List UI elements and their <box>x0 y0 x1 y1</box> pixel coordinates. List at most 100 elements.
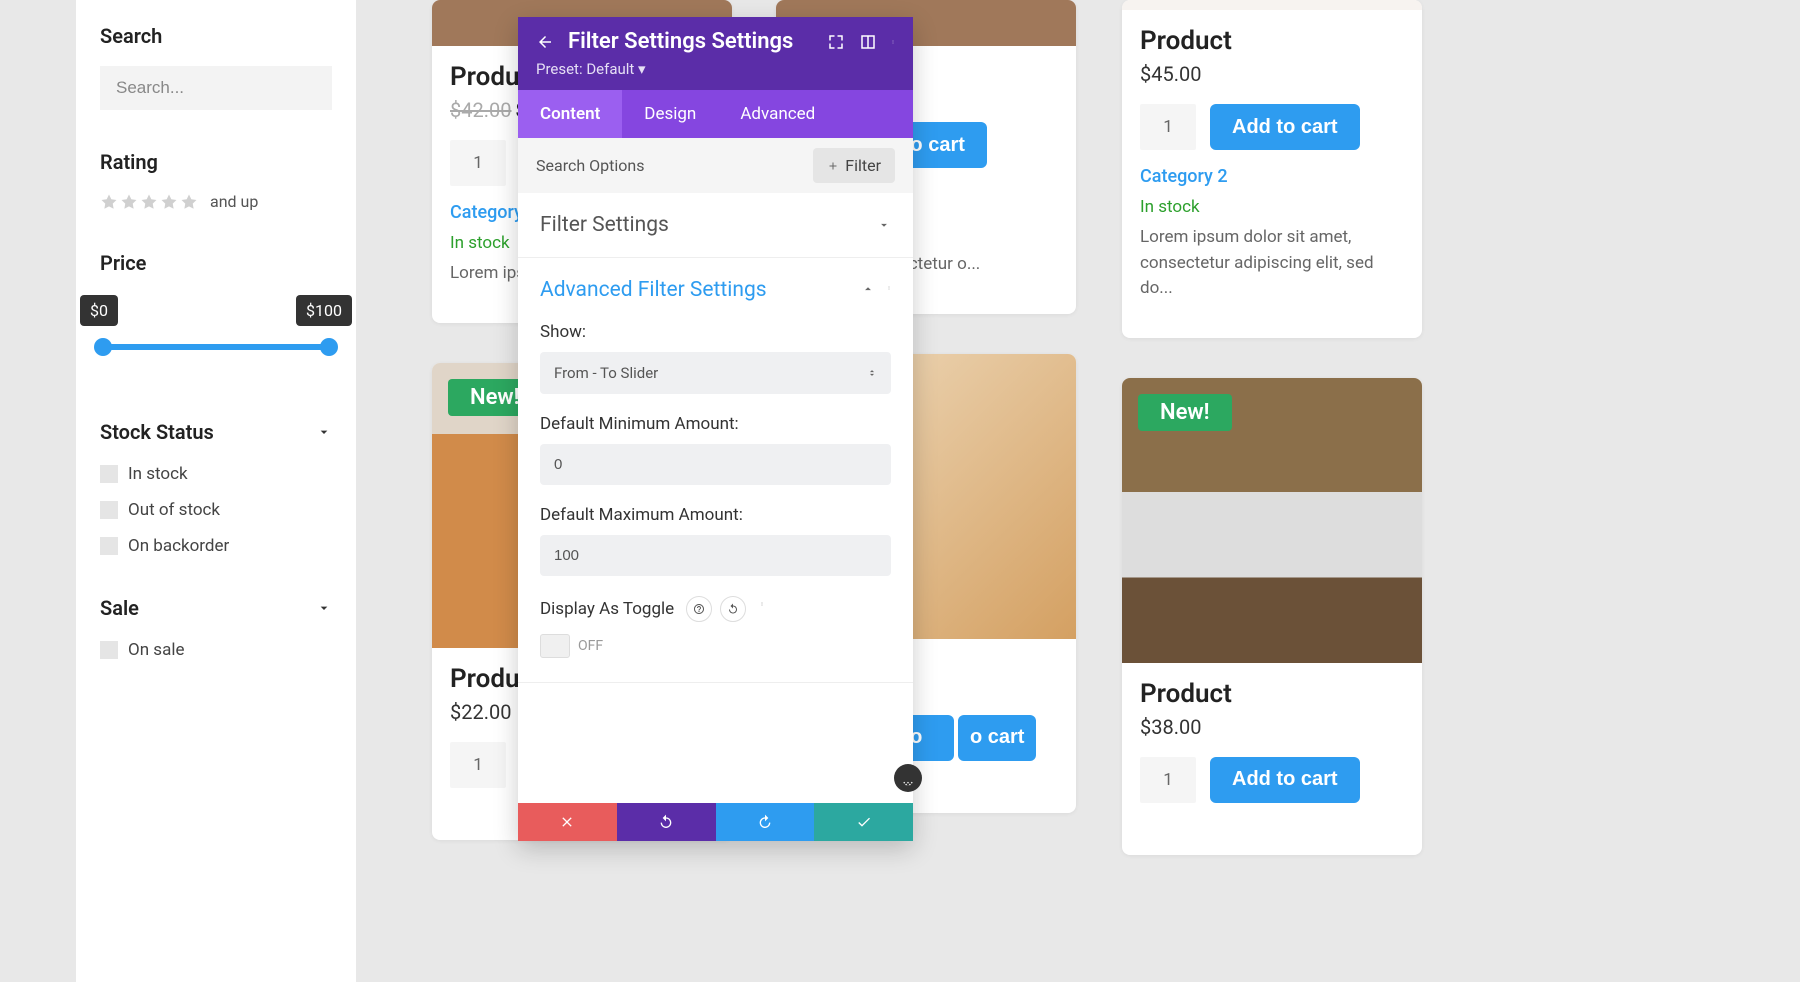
sale-option-onsale[interactable]: On sale <box>100 640 332 660</box>
chevron-down-icon <box>316 424 332 440</box>
chevron-up-icon <box>861 282 875 296</box>
modal-tabs: Content Design Advanced <box>518 90 913 138</box>
product-title: Product <box>1140 26 1404 56</box>
search-heading: Search <box>100 24 332 48</box>
cancel-button[interactable] <box>518 803 617 841</box>
sale-section-header[interactable]: Sale <box>100 596 332 620</box>
settings-modal: Filter Settings Settings Preset: Default… <box>518 17 913 841</box>
undo-button[interactable] <box>617 803 716 841</box>
min-input[interactable] <box>540 444 891 485</box>
switch-state: OFF <box>578 638 603 654</box>
search-options-row: Search Options Filter <box>518 138 913 193</box>
tab-design[interactable]: Design <box>622 90 718 138</box>
search-box[interactable] <box>100 66 332 110</box>
old-price: $42.00 <box>450 98 511 122</box>
qty-input[interactable]: 1 <box>450 742 506 788</box>
check-icon <box>856 814 872 830</box>
filter-sidebar: Search Rating and up Price $0 $100 Stock… <box>76 0 356 982</box>
star-icon <box>120 193 138 211</box>
rating-suffix: and up <box>210 192 258 211</box>
qty-input[interactable]: 1 <box>1140 104 1196 150</box>
panel-icon[interactable] <box>859 33 877 51</box>
rating-heading: Rating <box>100 150 332 174</box>
sale-heading: Sale <box>100 596 139 620</box>
star-row <box>100 193 198 211</box>
chevron-down-icon <box>877 218 891 232</box>
show-select[interactable]: From - To Slider <box>540 352 891 394</box>
stock-heading: Stock Status <box>100 420 214 444</box>
redo-button[interactable] <box>716 803 815 841</box>
more-button[interactable] <box>754 596 770 622</box>
resize-handle[interactable] <box>894 764 922 792</box>
toggle-switch[interactable]: OFF <box>540 634 891 658</box>
save-button[interactable] <box>814 803 913 841</box>
price-min-label: $0 <box>80 295 118 326</box>
new-badge: New! <box>1138 394 1232 431</box>
tab-content[interactable]: Content <box>518 90 622 138</box>
product-image[interactable] <box>1122 0 1422 10</box>
price-slider[interactable]: $0 $100 <box>100 295 332 350</box>
modal-header[interactable]: Filter Settings Settings Preset: Default… <box>518 17 913 90</box>
min-label: Default Minimum Amount: <box>540 414 891 434</box>
qty-input[interactable]: 1 <box>1140 757 1196 803</box>
checkbox-icon <box>100 537 118 555</box>
qty-input[interactable]: 1 <box>450 140 506 186</box>
stock-status: In stock <box>1140 197 1404 217</box>
switch-track <box>540 634 570 658</box>
add-to-cart-button[interactable]: Add to cart <box>1210 104 1360 150</box>
max-label: Default Maximum Amount: <box>540 505 891 525</box>
advanced-filter-section[interactable]: Advanced Filter Settings <box>518 258 913 322</box>
checkbox-icon <box>100 641 118 659</box>
slider-track[interactable] <box>100 344 332 350</box>
search-options-label[interactable]: Search Options <box>536 156 813 175</box>
product-card: New! Product $38.00 1 Add to cart <box>1122 378 1422 855</box>
sale-options: On sale <box>100 640 332 660</box>
filter-settings-section[interactable]: Filter Settings <box>518 193 913 257</box>
resize-icon <box>900 770 916 786</box>
stock-section-header[interactable]: Stock Status <box>100 420 332 444</box>
stock-option-out[interactable]: Out of stock <box>100 500 332 520</box>
product-title: Product <box>1140 679 1404 709</box>
plus-icon <box>827 160 839 172</box>
help-button[interactable] <box>686 596 712 622</box>
slider-thumb-max[interactable] <box>320 338 338 356</box>
star-icon <box>100 193 118 211</box>
more-vert-icon[interactable] <box>887 280 891 296</box>
price-heading: Price <box>100 251 332 275</box>
max-input[interactable] <box>540 535 891 576</box>
close-icon <box>559 814 575 830</box>
modal-title: Filter Settings Settings <box>568 29 813 54</box>
product-price: $38.00 <box>1140 715 1404 739</box>
product-image[interactable]: New! <box>1122 378 1422 663</box>
stock-options: In stock Out of stock On backorder <box>100 464 332 556</box>
reset-icon <box>727 603 739 615</box>
help-icon <box>693 603 705 615</box>
undo-icon <box>658 814 674 830</box>
select-arrows-icon <box>867 366 877 380</box>
show-label: Show: <box>540 322 891 342</box>
price-max-label: $100 <box>296 295 352 326</box>
redo-icon <box>757 814 773 830</box>
rating-filter[interactable]: and up <box>100 192 332 211</box>
back-icon[interactable] <box>536 33 554 51</box>
search-input[interactable] <box>116 78 337 98</box>
slider-thumb-min[interactable] <box>94 338 112 356</box>
expand-icon[interactable] <box>827 33 845 51</box>
advanced-filter-body: Show: From - To Slider Default Minimum A… <box>518 322 913 682</box>
modal-footer <box>518 803 913 841</box>
add-to-cart-button[interactable]: o cart <box>958 715 1036 761</box>
star-icon <box>180 193 198 211</box>
more-vert-icon[interactable] <box>891 33 895 51</box>
product-card: Product $45.00 1 Add to cart Category 2 … <box>1122 0 1422 338</box>
reset-button[interactable] <box>720 596 746 622</box>
tab-advanced[interactable]: Advanced <box>718 90 837 138</box>
stock-option-backorder[interactable]: On backorder <box>100 536 332 556</box>
stock-option-in[interactable]: In stock <box>100 464 332 484</box>
star-icon <box>140 193 158 211</box>
add-filter-button[interactable]: Filter <box>813 148 895 183</box>
add-to-cart-button[interactable]: Add to cart <box>1210 757 1360 803</box>
product-price: $45.00 <box>1140 62 1404 86</box>
category-link[interactable]: Category 2 <box>1140 166 1404 187</box>
product-desc: Lorem ipsum dolor sit amet, consectetur … <box>1140 225 1404 302</box>
preset-label[interactable]: Preset: Default ▾ <box>536 60 895 78</box>
